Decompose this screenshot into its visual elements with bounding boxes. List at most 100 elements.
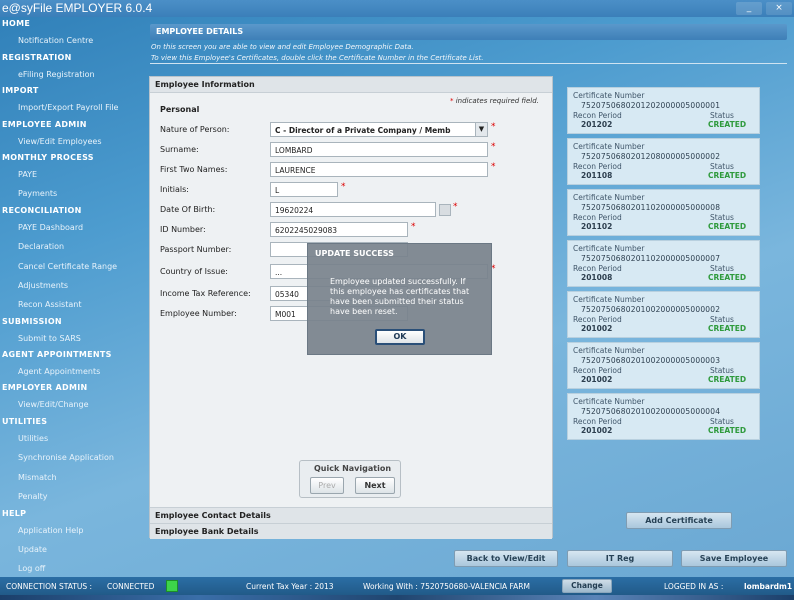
required-star-icon: * [491,122,496,132]
sidebar-item-import-payroll[interactable]: Import/Export Payroll File [18,103,118,112]
sidebar-item-view-edit-employees[interactable]: View/Edit Employees [18,137,102,146]
sidebar-item-efiling-registration[interactable]: eFiling Registration [18,70,95,79]
nature-of-person-select[interactable]: C - Director of a Private Company / Memb… [270,122,488,137]
employee-bank-details-section[interactable]: Employee Bank Details [150,523,552,539]
status-label: Status [710,264,734,273]
status-badge: CREATED [708,426,747,435]
recon-period-label: Recon Period [573,417,622,426]
sidebar-item-view-edit-change[interactable]: View/Edit/Change [18,400,89,409]
quick-navigation: Quick Navigation Prev Next [299,460,401,498]
certificate-number: 7520750680201202000005000001 [581,101,721,110]
info-text-line-1: On this screen you are able to view and … [151,43,414,51]
chevron-down-icon[interactable]: ▼ [475,123,487,136]
logged-in-label: LOGGED IN AS : [664,582,724,591]
sidebar-header-agent-appointments: AGENT APPOINTMENTS [2,350,112,359]
required-star-icon: * [341,182,346,192]
sidebar-item-paye[interactable]: PAYE [18,170,37,179]
surname-field[interactable]: LOMBARD [270,142,488,157]
first-names-field[interactable]: LAURENCE [270,162,488,177]
initials-label: Initials: [160,185,189,194]
connection-status-label: CONNECTION STATUS : [6,582,93,591]
recon-period-label: Recon Period [573,366,622,375]
certificate-number-label: Certificate Number [573,295,645,304]
dob-label: Date Of Birth: [160,205,216,214]
sidebar-item-penalty[interactable]: Penalty [18,492,48,501]
id-number-field[interactable]: 6202245029083 [270,222,408,237]
sidebar-item-declaration[interactable]: Declaration [18,242,64,251]
initials-field[interactable]: L [270,182,338,197]
add-certificate-button[interactable]: Add Certificate [626,512,732,529]
sidebar-item-notification-centre[interactable]: Notification Centre [18,36,93,45]
sidebar-item-update[interactable]: Update [18,545,47,554]
close-button[interactable]: × [766,2,792,15]
status-label: Status [710,315,734,324]
back-to-view-edit-button[interactable]: Back to View/Edit [454,550,558,567]
sidebar-item-mismatch[interactable]: Mismatch [18,473,57,482]
sidebar-item-recon-assistant[interactable]: Recon Assistant [18,300,81,309]
date-of-birth-field[interactable]: 19620224 [270,202,436,217]
page-title: EMPLOYEE DETAILS [156,27,244,36]
nature-label: Nature of Person: [160,125,230,134]
sidebar-item-agent-appointments[interactable]: Agent Appointments [18,367,100,376]
certificate-card[interactable]: Certificate Number 7520750680201002000005… [567,342,760,389]
recon-period-label: Recon Period [573,162,622,171]
sidebar-header-submission: SUBMISSION [2,317,62,326]
dialog-title: UPDATE SUCCESS [315,249,394,258]
recon-period-value: 201202 [581,120,613,129]
connection-status-value: CONNECTED [107,582,155,591]
sidebar-item-utilities[interactable]: Utilities [18,434,48,443]
status-label: Status [710,417,734,426]
certificate-number-label: Certificate Number [573,346,645,355]
certificate-card[interactable]: Certificate Number 7520750680201208000005… [567,138,760,185]
connection-indicator-icon [166,580,178,592]
tax-year-text: Current Tax Year : 2013 [246,582,334,591]
recon-period-label: Recon Period [573,315,622,324]
status-badge: CREATED [708,222,747,231]
sidebar-item-cancel-certificate-range[interactable]: Cancel Certificate Range [18,262,117,271]
certificate-card[interactable]: Certificate Number 7520750680201102000005… [567,189,760,236]
recon-period-value: 201002 [581,375,613,384]
personal-section-label: Personal [160,105,200,114]
divider [150,63,787,64]
it-reg-button[interactable]: IT Reg [567,550,673,567]
recon-period-value: 201002 [581,426,613,435]
minimize-button[interactable]: _ [736,2,762,15]
sidebar-item-paye-dashboard[interactable]: PAYE Dashboard [18,223,83,232]
calendar-icon[interactable] [439,204,451,216]
certificate-card[interactable]: Certificate Number 7520750680201002000005… [567,393,760,440]
sidebar-header-employer-admin: EMPLOYER ADMIN [2,383,88,392]
certificate-number: 7520750680201002000005000004 [581,407,721,416]
taskbar [0,595,794,600]
employee-contact-details-section[interactable]: Employee Contact Details [150,507,552,523]
save-employee-button[interactable]: Save Employee [681,550,787,567]
sidebar-item-payments[interactable]: Payments [18,189,57,198]
recon-period-value: 201108 [581,171,613,180]
prev-button[interactable]: Prev [310,477,344,494]
certificate-card[interactable]: Certificate Number 7520750680201002000005… [567,291,760,338]
sidebar-item-synchronise-application[interactable]: Synchronise Application [18,453,114,462]
sidebar-header-help: HELP [2,509,27,518]
employee-information-header[interactable]: Employee Information [150,77,552,93]
sidebar-header-import: IMPORT [2,86,39,95]
passport-label: Passport Number: [160,245,232,254]
sidebar-header-employee-admin: EMPLOYEE ADMIN [2,120,87,129]
sidebar-item-adjustments[interactable]: Adjustments [18,281,68,290]
change-button[interactable]: Change [562,579,612,593]
certificate-card[interactable]: Certificate Number 7520750680201202000005… [567,87,760,134]
sidebar-item-submit-to-sars[interactable]: Submit to SARS [18,334,81,343]
status-bar: CONNECTION STATUS : CONNECTED Current Ta… [0,577,794,595]
next-button[interactable]: Next [355,477,395,494]
certificate-number-label: Certificate Number [573,244,645,253]
app-title: e@syFile EMPLOYER 6.0.4 [2,1,153,15]
sidebar-item-application-help[interactable]: Application Help [18,526,83,535]
certificate-number-label: Certificate Number [573,193,645,202]
certificate-number: 7520750680201102000005000007 [581,254,721,263]
dialog-message: Employee updated successfully. If this e… [330,277,470,316]
tax-ref-label: Income Tax Reference: [160,289,251,298]
status-label: Status [710,366,734,375]
certificate-number: 7520750680201002000005000002 [581,305,721,314]
ok-button[interactable]: OK [375,329,425,345]
status-badge: CREATED [708,171,747,180]
sidebar-item-log-off[interactable]: Log off [18,564,45,573]
certificate-card[interactable]: Certificate Number 7520750680201102000005… [567,240,760,287]
